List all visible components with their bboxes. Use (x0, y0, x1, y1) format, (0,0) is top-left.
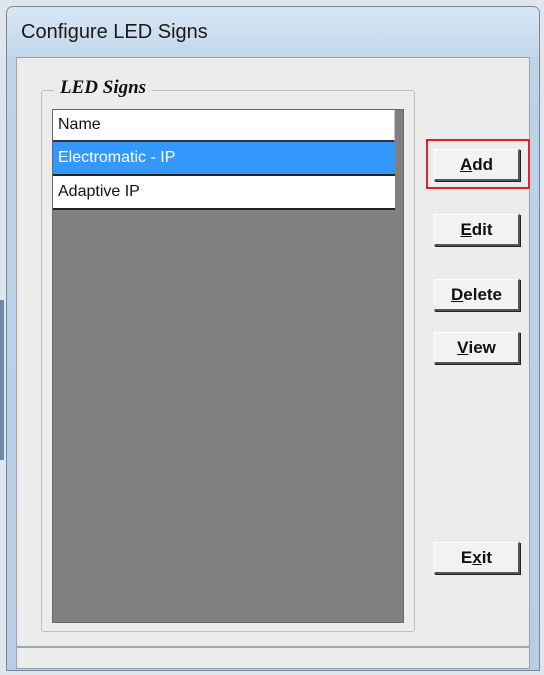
view-button-label-post: iew (468, 337, 496, 357)
view-button-mnemonic: V (457, 337, 469, 357)
window-title: Configure LED Signs (21, 21, 208, 43)
title-bar[interactable]: Configure LED Signs (7, 7, 539, 57)
exit-button[interactable]: Ex it (434, 542, 520, 574)
delete-button-label-post: elete (463, 284, 503, 304)
column-header-name[interactable]: Name (53, 110, 395, 142)
led-signs-list[interactable]: Name Electromatic - IP Adaptive IP (52, 109, 404, 623)
exit-button-label-pre: E (460, 547, 473, 567)
delete-button[interactable]: Delete (434, 279, 520, 311)
led-signs-groupbox: LED Signs Name Electromatic - IP Adaptiv… (41, 77, 415, 632)
status-bar (16, 647, 530, 669)
edit-button[interactable]: Edit (434, 214, 520, 246)
edit-button-label-post: dit (471, 219, 493, 239)
dialog-client-area: LED Signs Name Electromatic - IP Adaptiv… (16, 57, 530, 647)
list-item-electromatic-ip[interactable]: Electromatic - IP (53, 142, 395, 176)
add-button-mnemonic: A (459, 154, 473, 174)
exit-button-mnemonic: x (472, 547, 482, 567)
add-button[interactable]: Add (434, 149, 520, 181)
edit-button-mnemonic: E (460, 219, 472, 239)
groupbox-label: LED Signs (54, 77, 153, 99)
add-button-label-post: dd (472, 154, 494, 174)
configure-led-signs-window: Configure LED Signs LED Signs Name Elect… (6, 6, 540, 671)
list-item-adaptive-ip[interactable]: Adaptive IP (53, 176, 395, 210)
exit-button-label-post: it (481, 547, 493, 567)
background-edge (0, 300, 4, 460)
delete-button-mnemonic: D (450, 284, 464, 304)
view-button[interactable]: View (434, 332, 520, 364)
